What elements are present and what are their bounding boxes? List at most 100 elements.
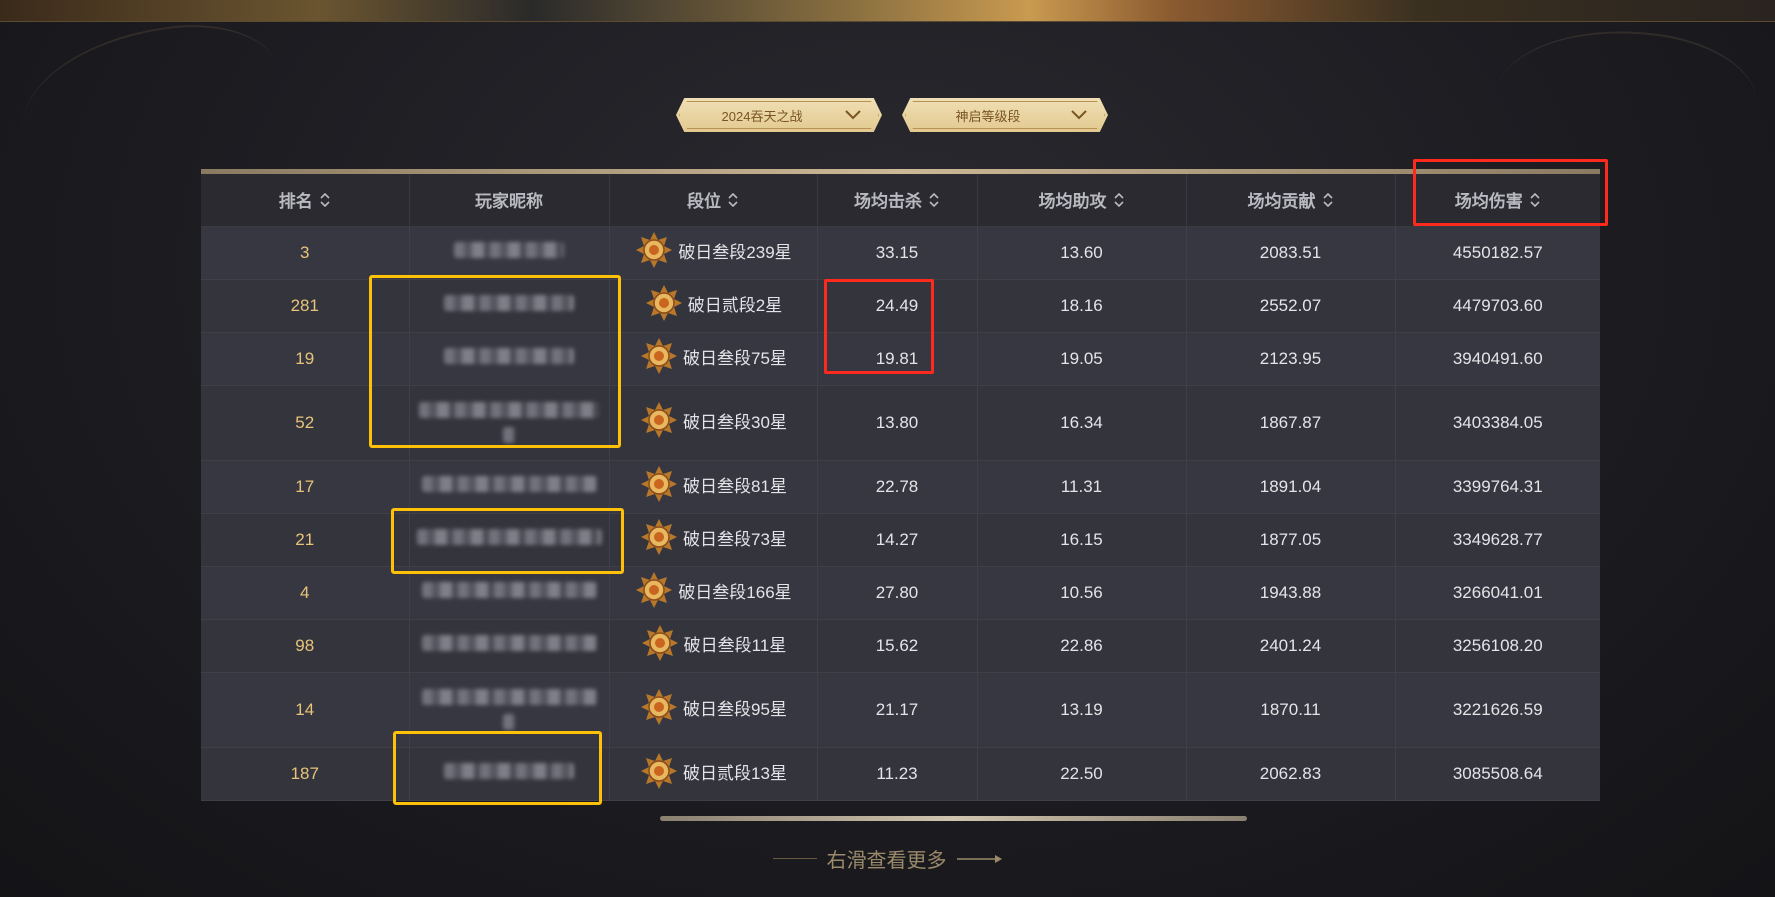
tier-label: 破日叁段75星 [683, 348, 787, 368]
kills-cell: 15.62 [817, 619, 978, 673]
col-header-rank[interactable]: 排名 [201, 174, 410, 227]
rank-cell: 187 [201, 747, 410, 801]
rank-badge-icon [641, 753, 678, 789]
nickname-cell-redacted [409, 460, 610, 514]
redacted-nickname [421, 582, 597, 598]
rank-badge-icon [636, 232, 673, 268]
contribution-cell: 1870.11 [1186, 672, 1396, 748]
tier-cell: 破日叁段95星 [609, 672, 818, 748]
damage-cell: 3399764.31 [1395, 460, 1600, 514]
leaderboard-table-wrap: 排名 玩家昵称 段位 场均击杀 场均助攻 场均贡献 场均伤害 3 破日叁段239星… [201, 169, 1600, 801]
assists-cell: 16.15 [977, 513, 1187, 567]
rank-cell: 17 [201, 460, 410, 514]
redacted-nickname [421, 476, 597, 492]
decorative-ornament-right [1486, 12, 1764, 188]
kills-cell: 21.17 [817, 672, 978, 748]
assists-cell: 19.05 [977, 332, 1187, 386]
leaderboard-table: 排名 玩家昵称 段位 场均击杀 场均助攻 场均贡献 场均伤害 3 破日叁段239星… [201, 174, 1600, 801]
sort-updown-icon [1322, 192, 1333, 207]
col-header-kills[interactable]: 场均击杀 [817, 174, 978, 227]
kills-cell: 27.80 [817, 566, 978, 620]
kills-cell: 11.23 [817, 747, 978, 801]
rank-cell: 14 [201, 672, 410, 748]
col-header-damage[interactable]: 场均伤害 [1395, 174, 1600, 227]
assists-cell: 10.56 [977, 566, 1187, 620]
kills-cell: 14.27 [817, 513, 978, 567]
kills-cell: 13.80 [817, 385, 978, 461]
rank-cell: 52 [201, 385, 410, 461]
nickname-cell-redacted [409, 513, 610, 567]
arrow-right-icon [956, 854, 1002, 863]
nickname-cell-redacted [409, 226, 610, 280]
tier-label: 破日叁段95星 [683, 699, 787, 719]
kills-cell: 22.78 [817, 460, 978, 514]
season-dropdown[interactable]: 2024吞天之战 [676, 98, 882, 132]
damage-cell: 3221626.59 [1395, 672, 1600, 748]
kills-cell: 33.15 [817, 226, 978, 280]
chevron-down-icon [845, 110, 861, 120]
nickname-cell-redacted [409, 279, 610, 333]
scroll-more-hint[interactable]: 右滑查看更多 [0, 844, 1775, 873]
sort-updown-icon [1530, 192, 1540, 207]
tier-label: 破日贰段2星 [687, 295, 783, 315]
damage-cell: 3256108.20 [1395, 619, 1600, 673]
redacted-nickname [444, 295, 574, 311]
tier-label: 破日叁段11星 [683, 635, 787, 655]
table-row: 98 破日叁段11星 15.62 22.86 2401.24 3256108.20 [201, 619, 1600, 673]
tier-cell: 破日叁段239星 [609, 226, 818, 280]
tier-cell: 破日叁段11星 [609, 619, 818, 673]
tier-cell: 破日叁段81星 [609, 460, 818, 514]
assists-cell: 22.86 [977, 619, 1187, 673]
assists-cell: 16.34 [977, 385, 1187, 461]
damage-cell: 3349628.77 [1395, 513, 1600, 567]
nickname-cell-redacted [409, 566, 610, 620]
damage-cell: 4479703.60 [1395, 279, 1600, 333]
tier-label: 破日叁段73星 [683, 529, 787, 549]
table-row: 3 破日叁段239星 33.15 13.60 2083.51 4550182.57 [201, 226, 1600, 280]
col-header-tier[interactable]: 段位 [609, 174, 818, 227]
level-dropdown[interactable]: 神启等级段 [902, 98, 1108, 132]
kills-cell: 24.49 [817, 279, 978, 333]
assists-cell: 18.16 [977, 279, 1187, 333]
damage-cell: 3085508.64 [1395, 747, 1600, 801]
rank-cell: 21 [201, 513, 410, 567]
rank-cell: 98 [201, 619, 410, 673]
decorative-ornament-left [11, 12, 289, 188]
contribution-cell: 2552.07 [1186, 279, 1396, 333]
filter-bar: 2024吞天之战 神启等级段 [676, 98, 1108, 132]
assists-cell: 11.31 [977, 460, 1187, 514]
redacted-nickname [454, 242, 564, 258]
nickname-cell-redacted [409, 672, 610, 748]
table-row: 187 破日贰段13星 11.23 22.50 2062.83 3085508.64 [201, 747, 1600, 801]
tier-cell: 破日叁段166星 [609, 566, 818, 620]
nickname-cell-redacted [409, 385, 610, 461]
rank-badge-icon [641, 402, 678, 438]
damage-cell: 4550182.57 [1395, 226, 1600, 280]
rank-badge-icon [641, 466, 678, 502]
table-row: 4 破日叁段166星 27.80 10.56 1943.88 3266041.01 [201, 566, 1600, 620]
redacted-nickname [421, 689, 597, 705]
redacted-nickname [444, 763, 574, 779]
contribution-cell: 1867.87 [1186, 385, 1396, 461]
contribution-cell: 1891.04 [1186, 460, 1396, 514]
rank-cell: 19 [201, 332, 410, 386]
redacted-nickname [503, 427, 515, 443]
kills-cell: 19.81 [817, 332, 978, 386]
rank-badge-icon [645, 285, 682, 321]
col-header-contribution[interactable]: 场均贡献 [1186, 174, 1396, 227]
rank-cell: 281 [201, 279, 410, 333]
redacted-nickname [503, 714, 515, 730]
sort-updown-icon [1113, 192, 1124, 207]
table-row: 21 破日叁段73星 14.27 16.15 1877.05 3349628.77 [201, 513, 1600, 567]
redacted-nickname [444, 348, 574, 364]
table-row: 52 破日叁段30星 13.80 16.34 1867.87 3403384.05 [201, 385, 1600, 461]
horizontal-scrollbar[interactable] [660, 816, 1247, 821]
tier-cell: 破日叁段73星 [609, 513, 818, 567]
col-header-assists[interactable]: 场均助攻 [977, 174, 1187, 227]
contribution-cell: 2083.51 [1186, 226, 1396, 280]
contribution-cell: 1943.88 [1186, 566, 1396, 620]
assists-cell: 22.50 [977, 747, 1187, 801]
contribution-cell: 2123.95 [1186, 332, 1396, 386]
rank-badge-icon [641, 689, 678, 725]
table-row: 281 破日贰段2星 24.49 18.16 2552.07 4479703.60 [201, 279, 1600, 333]
